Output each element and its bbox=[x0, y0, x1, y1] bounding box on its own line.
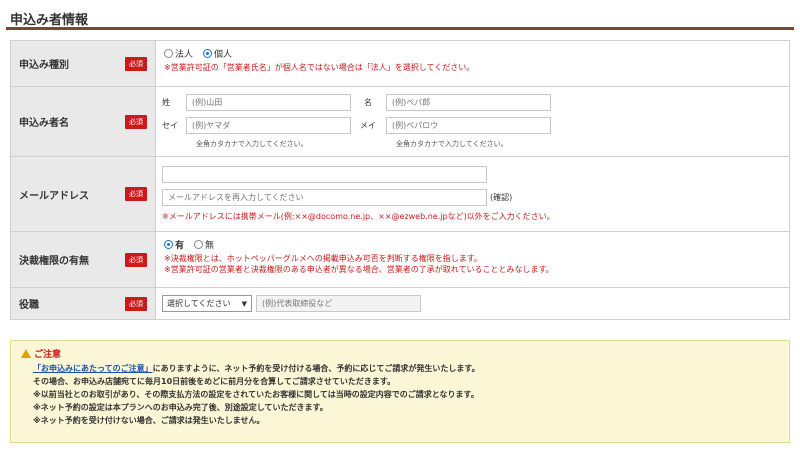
label-cell: 申込み者名 必須 bbox=[11, 87, 156, 156]
notice-line-1-text: にありますように、ネット予約を受け付ける場合、予約に応じてご請求が発生いたします… bbox=[152, 364, 480, 373]
applicant-form: 申込み種別 必須 法人 個人 ※営業許可証の「営業者氏名」が個人名ではない場合は… bbox=[10, 40, 790, 320]
last-name-kana-input[interactable] bbox=[186, 117, 351, 134]
entity-type-note: ※営業許可証の「営業者氏名」が個人名ではない場合は「法人」を選択してください。 bbox=[164, 63, 475, 72]
radio-individual[interactable]: 個人 bbox=[203, 47, 232, 60]
label-cell: 決裁権限の有無 必須 bbox=[11, 232, 156, 287]
first-name-kana-input[interactable] bbox=[386, 117, 551, 134]
radio-yes[interactable]: 有 bbox=[164, 238, 184, 251]
radio-individual-label: 個人 bbox=[214, 50, 233, 60]
radio-corporate[interactable]: 法人 bbox=[164, 47, 193, 60]
radio-no-label: 無 bbox=[205, 241, 215, 251]
row-entity-type: 申込み種別 必須 法人 個人 ※営業許可証の「営業者氏名」が個人名ではない場合は… bbox=[10, 41, 790, 87]
required-badge: 必須 bbox=[125, 56, 147, 71]
value-cell: (確認) ※メールアドレスには携帯メール(例:××@docomo.ne.jp、×… bbox=[156, 157, 789, 231]
required-badge: 必須 bbox=[125, 252, 147, 267]
notice-line-3: ※以前当社とのお取引があり、その際支払方法の設定をされていたお客様に関しては当時… bbox=[33, 390, 479, 399]
authority-label: 決裁権限の有無 bbox=[19, 256, 89, 267]
kana-hint-left: 全角カタカナで入力してください。 bbox=[196, 140, 308, 148]
value-cell: 選択してください ▼ bbox=[156, 288, 789, 319]
required-badge: 必須 bbox=[125, 187, 147, 201]
warning-icon bbox=[21, 349, 31, 358]
required-badge: 必須 bbox=[125, 296, 147, 311]
notice-title-text: ご注意 bbox=[34, 350, 62, 360]
email-label: メールアドレス bbox=[19, 190, 89, 202]
mei-kana-label: メイ bbox=[360, 121, 376, 130]
row-position: 役職 必須 選択してください ▼ bbox=[10, 288, 790, 320]
radio-corporate-label: 法人 bbox=[175, 50, 194, 60]
email-note: ※メールアドレスには携帯メール(例:××@docomo.ne.jp、××@ezw… bbox=[162, 212, 555, 221]
chevron-down-icon: ▼ bbox=[241, 299, 247, 308]
value-cell: 有 無 ※決裁権限とは、ホットペッパーグルメへの掲載申込み可否を判断する権限を指… bbox=[156, 232, 789, 287]
sei-kana-label: セイ bbox=[162, 121, 178, 130]
notice-title: ご注意 bbox=[21, 347, 779, 360]
section-header: 申込み者情報 bbox=[6, 4, 794, 30]
mei-label: 名 bbox=[364, 98, 372, 107]
section-title: 申込み者情報 bbox=[10, 13, 89, 28]
authority-radio-group: 有 無 bbox=[164, 238, 781, 251]
notice-line-2: その場合、お申込み店舗宛てに毎月10日前後をめどに前月分を合算してご請求させてい… bbox=[33, 377, 396, 386]
value-cell: 姓 名 セイ メイ 全角カタカナで入力してください。 全角カタカナで入力してくだ… bbox=[156, 87, 789, 156]
row-authority: 決裁権限の有無 必須 有 無 ※決裁権限とは、ホットペッパーグルメへの掲載申込み… bbox=[10, 232, 790, 288]
position-select-value: 選択してください bbox=[167, 299, 231, 308]
first-name-input[interactable] bbox=[386, 94, 551, 111]
entity-type-radio-group: 法人 個人 bbox=[164, 47, 781, 60]
label-cell: メールアドレス 必須 bbox=[11, 157, 156, 231]
sei-label: 姓 bbox=[162, 98, 170, 107]
row-email: メールアドレス 必須 (確認) ※メールアドレスには携帯メール(例:××@doc… bbox=[10, 157, 790, 232]
radio-no[interactable]: 無 bbox=[194, 238, 214, 251]
notice-line-1: 「お申込みにあたってのご注意」にありますように、ネット予約を受け付ける場合、予約… bbox=[21, 362, 779, 375]
radio-button-icon[interactable] bbox=[164, 49, 173, 58]
notice-line-4: ※ネット予約の設定は本プランへのお申込み完了後、別途設定していただきます。 bbox=[33, 403, 328, 412]
row-applicant-name: 申込み者名 必須 姓 名 セイ メイ 全角カタカナで入力してください。 全角カタ… bbox=[10, 87, 790, 157]
radio-button-icon[interactable] bbox=[203, 49, 213, 58]
position-text-input[interactable] bbox=[256, 295, 421, 312]
authority-note-2: ※営業許可証の営業者と決裁権限のある申込者が異なる場合、営業者の了承が取れている… bbox=[164, 265, 554, 274]
kana-hint-right: 全角カタカナで入力してください。 bbox=[396, 140, 508, 148]
radio-yes-label: 有 bbox=[175, 241, 185, 251]
email-confirm-suffix: (確認) bbox=[490, 193, 513, 202]
position-label: 役職 bbox=[19, 300, 39, 311]
precautions-link[interactable]: 「お申込みにあたってのご注意」 bbox=[33, 364, 153, 373]
radio-button-icon[interactable] bbox=[194, 240, 204, 249]
email-input[interactable] bbox=[162, 166, 487, 183]
section-divider bbox=[6, 27, 794, 30]
applicant-name-label: 申込み者名 bbox=[19, 118, 69, 129]
authority-note-1: ※決裁権限とは、ホットペッパーグルメへの掲載申込み可否を判断する権限を指します。 bbox=[164, 254, 482, 263]
notice-line-5: ※ネット予約を受け付けない場合、ご請求は発生いたしません。 bbox=[33, 416, 265, 425]
value-cell: 法人 個人 ※営業許可証の「営業者氏名」が個人名ではない場合は「法人」を選択して… bbox=[156, 41, 789, 86]
radio-button-icon[interactable] bbox=[164, 240, 173, 249]
label-cell: 役職 必須 bbox=[11, 288, 156, 319]
label-cell: 申込み種別 必須 bbox=[11, 41, 156, 86]
last-name-input[interactable] bbox=[186, 94, 351, 111]
required-badge: 必須 bbox=[125, 114, 147, 129]
entity-type-label: 申込み種別 bbox=[19, 60, 69, 71]
email-confirm-input[interactable] bbox=[162, 189, 487, 206]
position-select[interactable]: 選択してください ▼ bbox=[162, 295, 252, 312]
notice-box: ご注意 「お申込みにあたってのご注意」にありますように、ネット予約を受け付ける場… bbox=[10, 340, 790, 443]
